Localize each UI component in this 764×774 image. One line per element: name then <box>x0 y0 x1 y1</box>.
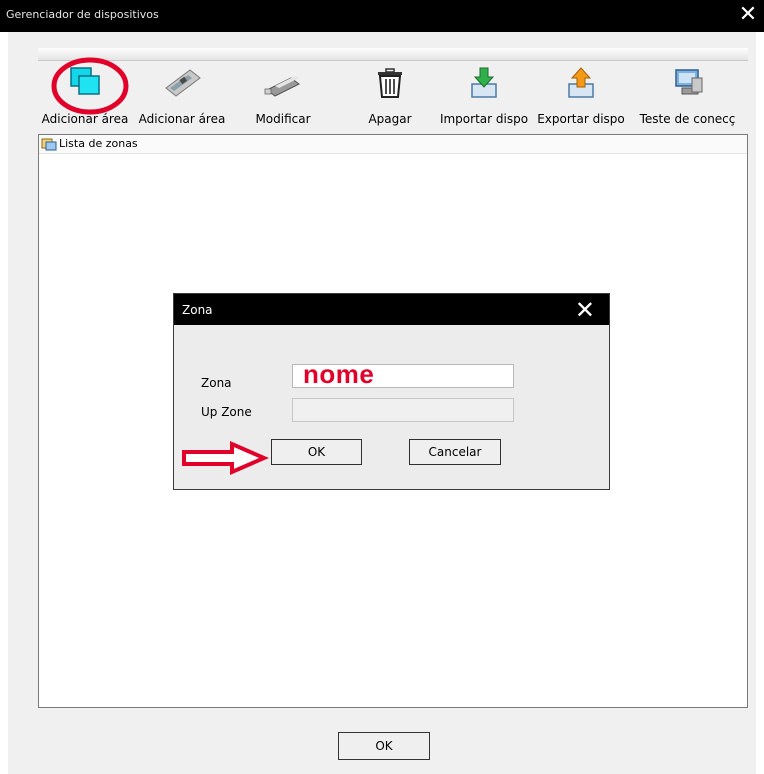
dialog-ok-button[interactable]: OK <box>271 439 362 465</box>
zone-list-title: Lista de zonas <box>59 137 138 150</box>
dialog-close-icon[interactable]: ✕ <box>575 296 595 324</box>
zone-list-header[interactable]: Lista de zonas <box>39 135 747 154</box>
usb-drive-icon <box>264 76 300 97</box>
dialog-title: Zona <box>182 303 213 317</box>
zona-input-value: nome <box>303 359 375 389</box>
delete-button[interactable]: Apagar <box>350 60 430 128</box>
add-zone-label: Adicionar área <box>41 112 129 126</box>
connection-test-icon <box>674 69 702 95</box>
zone-tree-icon <box>41 138 57 151</box>
zone-dialog: Zona ✕ Zona nome Up Zone OK Cancelar <box>173 293 610 490</box>
window-titlebar: Gerenciador de dispositivos ✕ <box>0 0 764 32</box>
delete-label: Apagar <box>368 112 412 126</box>
add-area-button[interactable]: Adicionar área <box>132 60 232 128</box>
trash-icon <box>378 68 402 98</box>
zona-input[interactable]: nome <box>292 359 514 389</box>
main-ok-button[interactable]: OK <box>338 732 430 760</box>
modify-button[interactable]: Modificar <box>238 60 328 128</box>
window-title: Gerenciador de dispositivos <box>6 8 159 21</box>
upzone-input[interactable] <box>292 398 514 422</box>
import-icon <box>471 67 497 98</box>
connection-test-label: Teste de conecç <box>639 112 736 126</box>
dialog-cancel-button[interactable]: Cancelar <box>409 439 501 465</box>
export-label: Exportar dispo <box>537 112 625 126</box>
network-card-icon <box>165 69 201 97</box>
zona-label: Zona <box>201 376 232 390</box>
modify-label: Modificar <box>255 112 311 126</box>
import-button[interactable]: Importar dispo <box>434 60 534 128</box>
add-area-label: Adicionar área <box>138 112 226 126</box>
export-icon <box>568 67 594 98</box>
toolbar: Adicionar área Adicionar área Modificar <box>38 60 748 130</box>
dialog-titlebar: Zona ✕ <box>174 294 609 325</box>
add-zone-button[interactable]: Adicionar área <box>38 60 132 128</box>
import-label: Importar dispo <box>439 112 529 126</box>
add-area-icon <box>70 67 100 95</box>
upzone-label: Up Zone <box>201 405 252 419</box>
connection-test-button[interactable]: Teste de conecç <box>627 60 748 128</box>
export-button[interactable]: Exportar dispo <box>535 60 627 128</box>
window-close-icon[interactable]: ✕ <box>736 4 760 28</box>
